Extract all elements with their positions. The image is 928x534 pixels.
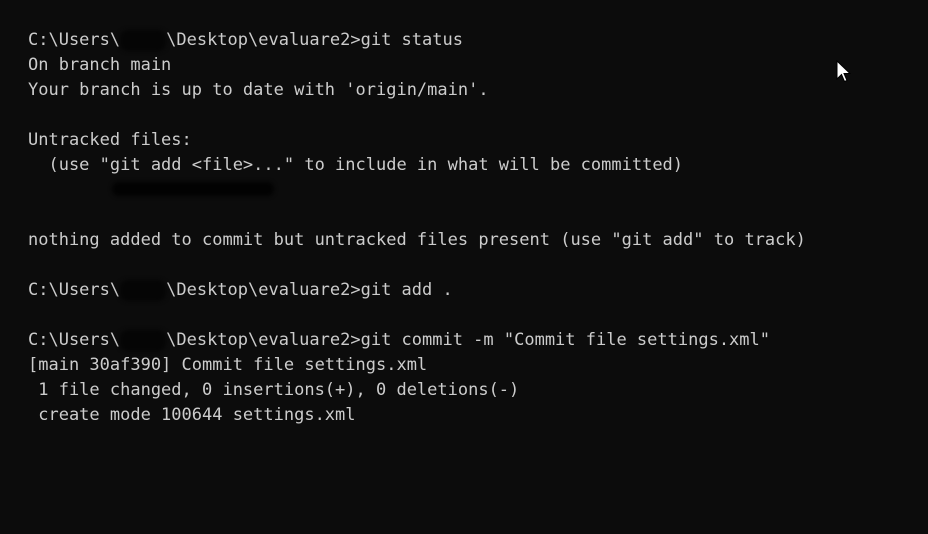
prompt-line-1: C:\Users\ \Desktop\evaluare2>git status [28, 28, 928, 53]
command-text: git add . [360, 280, 453, 300]
prompt-line-2: C:\Users\ \Desktop\evaluare2>git add . [28, 278, 928, 303]
prompt-line-3: C:\Users\ \Desktop\evaluare2>git commit -… [28, 328, 928, 353]
output-line: create mode 100644 settings.xml [28, 405, 356, 425]
prompt-suffix: \Desktop\evaluare2> [166, 30, 361, 50]
output-line: On branch main [28, 55, 172, 75]
output-line: [main 30af390] Commit file settings.xml [28, 355, 428, 375]
command-text: git status [360, 30, 463, 50]
terminal-output: C:\Users\ \Desktop\evaluare2>git status O… [28, 28, 928, 428]
prompt-prefix: C:\Users\ [28, 280, 121, 300]
prompt-prefix: C:\Users\ [28, 30, 121, 50]
terminal-window[interactable]: C:\Users\ \Desktop\evaluare2>git status O… [0, 0, 928, 534]
prompt-suffix: \Desktop\evaluare2> [166, 280, 361, 300]
output-line: Your branch is up to date with 'origin/m… [28, 80, 489, 100]
output-line: (use "git add <file>..." to include in w… [28, 155, 684, 175]
mouse-pointer-icon [836, 60, 852, 83]
command-text: git commit -m "Commit file settings.xml" [360, 330, 770, 350]
redacted-username [120, 279, 167, 301]
redacted-username [120, 329, 167, 351]
redacted-username [120, 29, 167, 51]
prompt-prefix: C:\Users\ [28, 330, 121, 350]
prompt-suffix: \Desktop\evaluare2> [166, 330, 361, 350]
redacted-filename-scribble [112, 182, 274, 196]
output-line: Untracked files: [28, 130, 192, 150]
output-line: 1 file changed, 0 insertions(+), 0 delet… [28, 380, 520, 400]
output-line: nothing added to commit but untracked fi… [28, 230, 806, 250]
